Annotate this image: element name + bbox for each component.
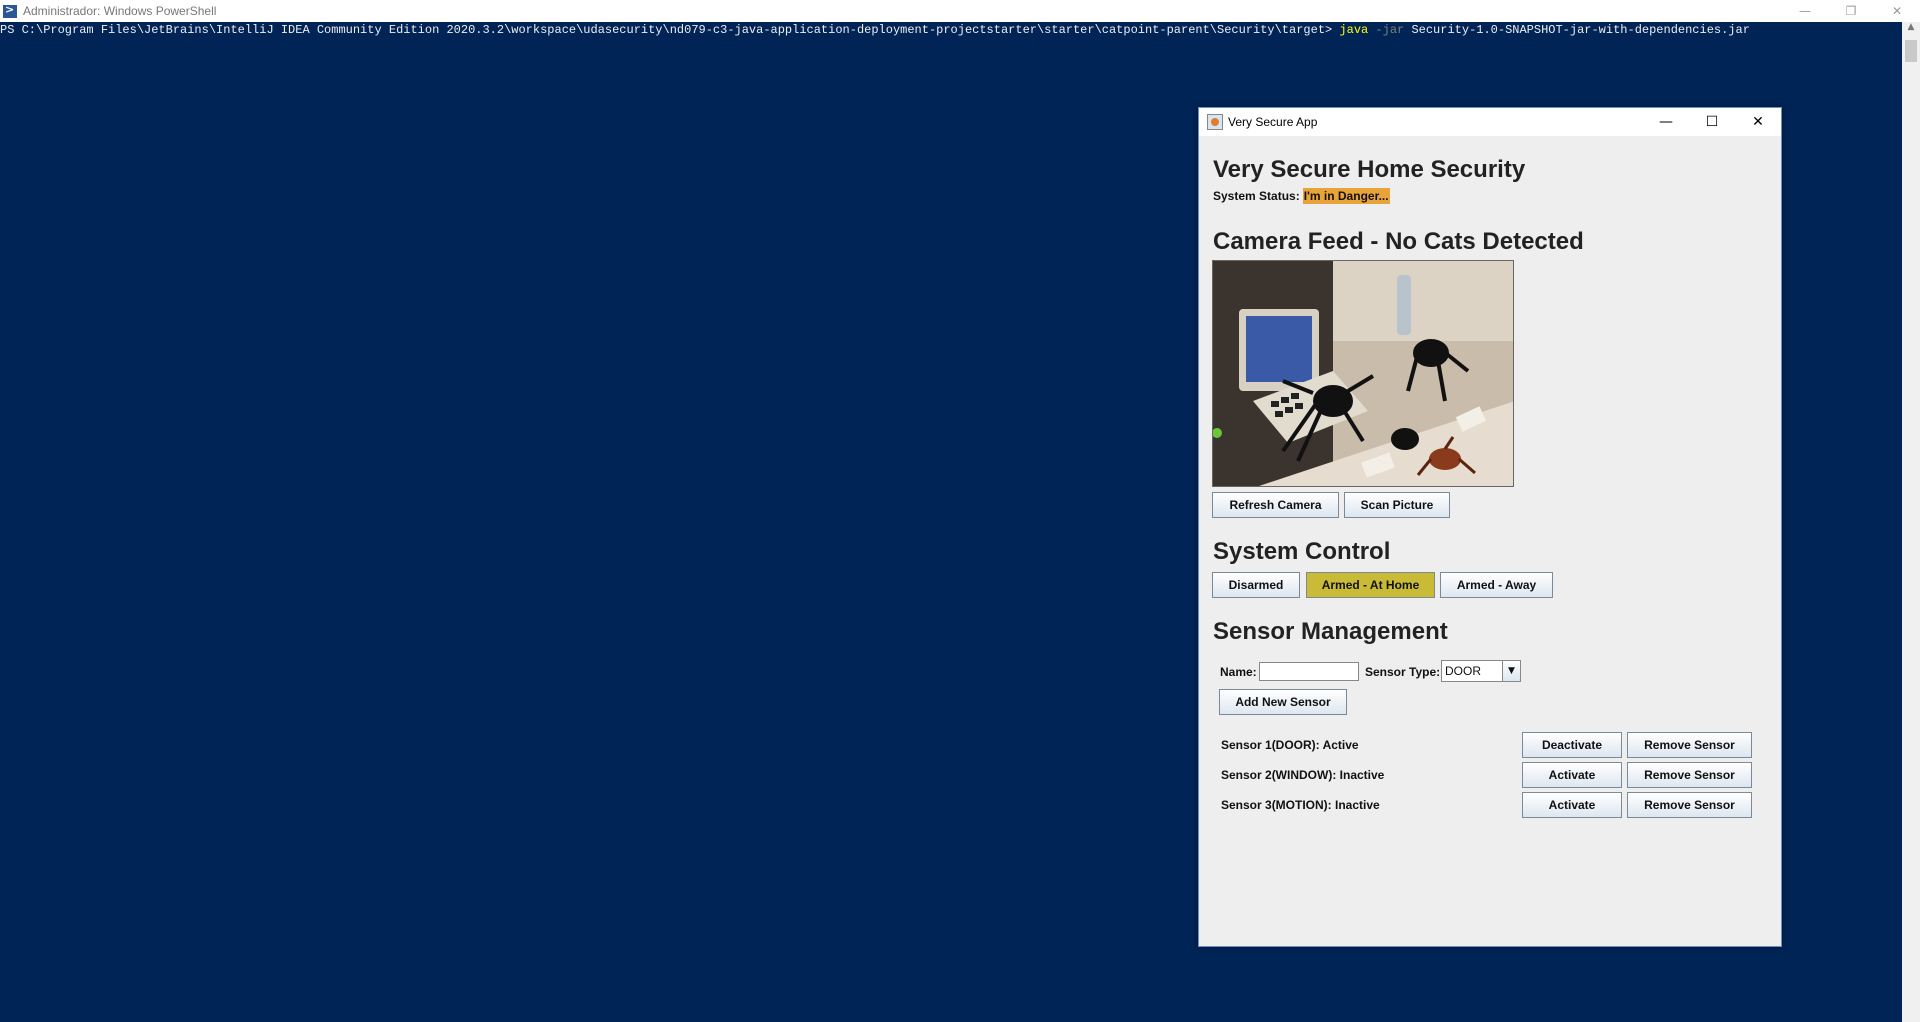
scroll-up-icon[interactable]: ▲ (1902, 22, 1920, 38)
page-title: Very Secure Home Security (1213, 156, 1526, 183)
sensor-type-value: DOOR (1445, 664, 1481, 678)
powershell-titlebar: Administrador: Windows PowerShell — ❐ ✕ (0, 0, 1920, 22)
sensor-toggle-button[interactable]: Activate (1522, 792, 1622, 818)
status-badge: I'm in Danger... (1302, 188, 1390, 204)
sensor-label: Sensor 3(MOTION): Inactive (1221, 798, 1380, 812)
console-scrollbar[interactable]: ▲ (1902, 22, 1920, 1022)
sensor-label: Sensor 2(WINDOW): Inactive (1221, 768, 1385, 782)
app-window-title: Very Secure App (1228, 115, 1318, 129)
sensor-type-label: Sensor Type: (1365, 665, 1441, 679)
restore-icon[interactable]: ❐ (1828, 0, 1874, 22)
minimize-icon[interactable]: — (1643, 108, 1689, 136)
scrollbar-thumb[interactable] (1905, 40, 1917, 62)
status-label: System Status: (1213, 189, 1300, 203)
app-window: Very Secure App — ☐ ✕ Very Secure Home S… (1198, 107, 1782, 947)
command-flag: -jar (1368, 23, 1412, 37)
minimize-icon[interactable]: — (1782, 0, 1828, 22)
remove-sensor-button[interactable]: Remove Sensor (1627, 732, 1752, 758)
command-line: PS C:\Program Files\JetBrains\IntelliJ I… (0, 22, 1750, 38)
system-control-heading: System Control (1213, 538, 1391, 565)
sensor-row: Sensor 1(DOOR): Active Deactivate Remove… (1199, 732, 1781, 758)
system-status: System Status: I'm in Danger... (1213, 188, 1390, 204)
sensor-toggle-button[interactable]: Activate (1522, 762, 1622, 788)
sensor-type-select[interactable]: DOOR ▼ (1441, 660, 1521, 682)
chevron-down-icon[interactable]: ▼ (1502, 661, 1520, 681)
name-label: Name: (1220, 665, 1257, 679)
sensor-row: Sensor 3(MOTION): Inactive Activate Remo… (1199, 792, 1781, 818)
camera-feed-image (1212, 260, 1514, 487)
maximize-icon[interactable]: ☐ (1689, 108, 1735, 136)
sensor-name-input[interactable] (1259, 662, 1359, 681)
close-icon[interactable]: ✕ (1735, 108, 1781, 136)
add-new-sensor-button[interactable]: Add New Sensor (1219, 689, 1347, 715)
powershell-window-controls: — ❐ ✕ (1782, 0, 1920, 22)
armed-away-button[interactable]: Armed - Away (1440, 572, 1553, 598)
app-window-controls: — ☐ ✕ (1643, 108, 1781, 136)
armed-at-home-button[interactable]: Armed - At Home (1306, 572, 1435, 598)
command-java: java (1339, 23, 1369, 37)
app-content: Very Secure Home Security System Status:… (1199, 136, 1781, 946)
java-app-icon (1207, 114, 1223, 130)
sensor-management-heading: Sensor Management (1213, 618, 1448, 645)
disarmed-button[interactable]: Disarmed (1212, 572, 1300, 598)
powershell-icon (3, 3, 17, 18)
app-titlebar: Very Secure App — ☐ ✕ (1199, 108, 1781, 136)
close-icon[interactable]: ✕ (1874, 0, 1920, 22)
sensor-row: Sensor 2(WINDOW): Inactive Activate Remo… (1199, 762, 1781, 788)
camera-heading: Camera Feed - No Cats Detected (1213, 228, 1584, 255)
prompt-text: PS C:\Program Files\JetBrains\IntelliJ I… (0, 23, 1340, 37)
remove-sensor-button[interactable]: Remove Sensor (1627, 792, 1752, 818)
remove-sensor-button[interactable]: Remove Sensor (1627, 762, 1752, 788)
sensor-toggle-button[interactable]: Deactivate (1522, 732, 1622, 758)
sensor-label: Sensor 1(DOOR): Active (1221, 738, 1359, 752)
command-argument: Security-1.0-SNAPSHOT-jar-with-dependenc… (1411, 23, 1750, 37)
refresh-camera-button[interactable]: Refresh Camera (1212, 492, 1339, 518)
scan-picture-button[interactable]: Scan Picture (1344, 492, 1450, 518)
powershell-title: Administrador: Windows PowerShell (23, 4, 217, 18)
